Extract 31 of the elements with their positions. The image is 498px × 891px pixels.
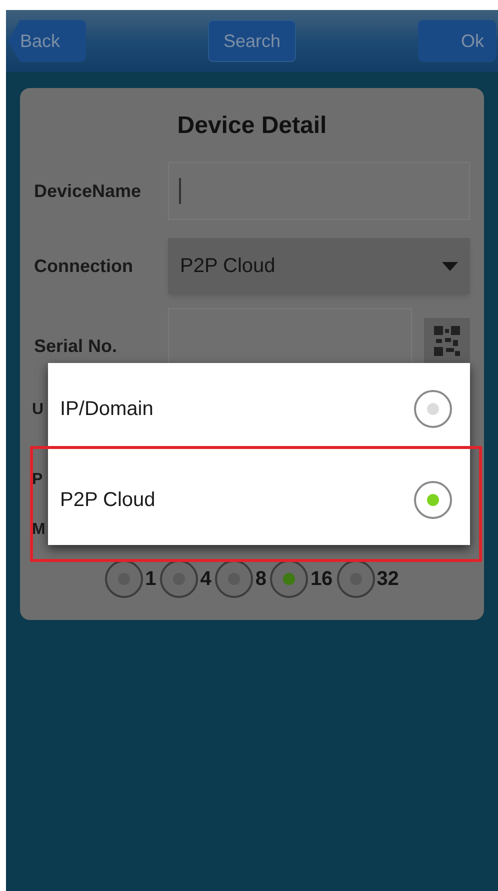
channel-label: 32: [376, 567, 399, 592]
serial-number-field[interactable]: [168, 308, 412, 364]
channel-label: 4: [200, 567, 212, 592]
device-name-field[interactable]: [168, 162, 470, 220]
dialog-option[interactable]: P2P Cloud: [48, 455, 470, 545]
connection-dropdown[interactable]: P2P Cloud: [168, 238, 470, 294]
channel-label: 8: [255, 567, 266, 592]
radio-button[interactable]: [414, 481, 452, 519]
radio-button[interactable]: [215, 560, 254, 598]
ok-button[interactable]: Ok: [418, 20, 496, 62]
radio-button[interactable]: [414, 390, 452, 428]
channel-label: 1: [145, 567, 156, 592]
field-label: Serial No.: [34, 335, 118, 358]
radio-button[interactable]: [270, 560, 308, 598]
back-button[interactable]: Back: [8, 20, 86, 62]
radio-button[interactable]: [160, 560, 198, 598]
text-cursor: [179, 178, 181, 204]
card-title: Device Detail: [176, 111, 328, 141]
field-label: P: [32, 470, 43, 490]
field-label: Connection: [34, 254, 134, 278]
dropdown-caret-icon: [442, 262, 458, 270]
field-label: M: [32, 520, 46, 540]
field-label: U: [32, 400, 44, 420]
field-label: DeviceName: [34, 180, 142, 202]
radio-button[interactable]: [105, 560, 144, 598]
radio-button[interactable]: [336, 560, 375, 598]
channel-label: 16: [310, 567, 333, 592]
qr-code-icon: [434, 326, 460, 356]
qr-scan-button[interactable]: [424, 318, 470, 364]
search-button[interactable]: Search: [208, 20, 296, 62]
dialog-option[interactable]: IP/Domain: [48, 363, 470, 455]
